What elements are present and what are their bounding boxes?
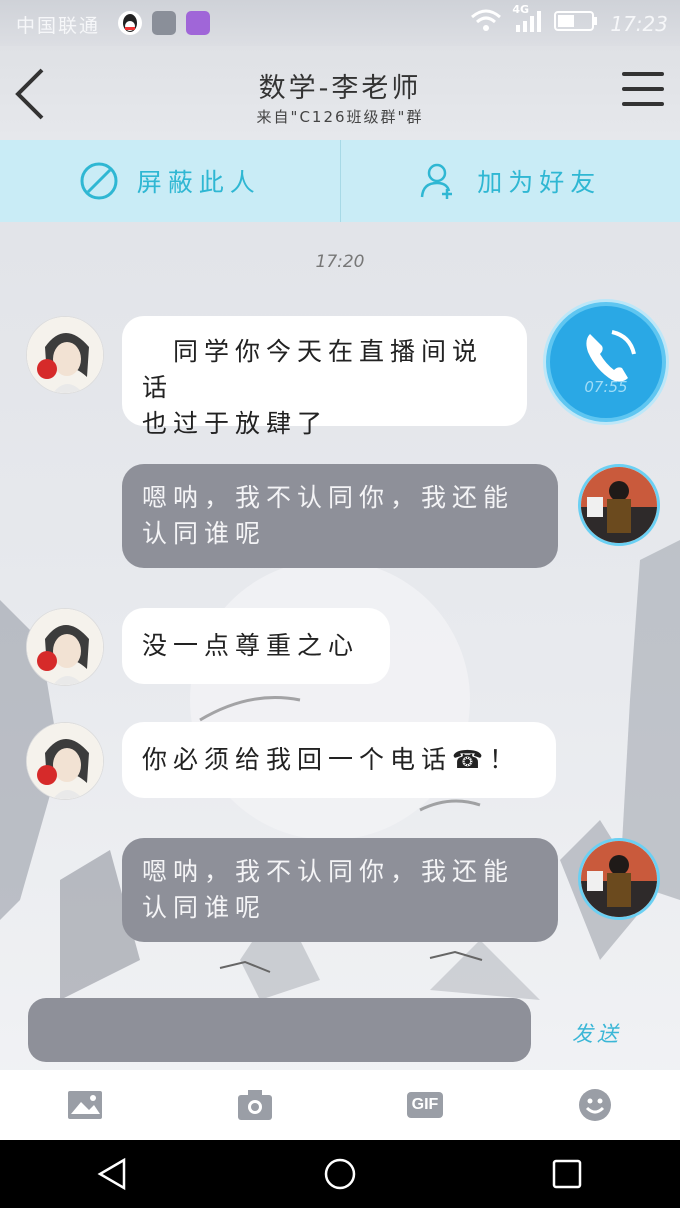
send-button[interactable]: 发送 xyxy=(572,1018,622,1048)
phone-icon xyxy=(586,330,636,382)
app-notification-icon xyxy=(152,11,176,35)
add-friend-label: 加为好友 xyxy=(477,168,602,197)
menu-button[interactable] xyxy=(622,72,664,112)
status-time: 17:23 xyxy=(610,11,668,36)
block-icon xyxy=(80,162,118,200)
camera-button[interactable] xyxy=(170,1070,340,1140)
hamburger-menu-icon xyxy=(622,72,664,76)
message-input[interactable] xyxy=(28,998,531,1062)
battery-icon xyxy=(554,10,598,37)
gif-icon: GIF xyxy=(406,1092,444,1118)
message-bubble[interactable]: 你必须给我回一个电话☎！ xyxy=(122,722,556,798)
nav-back-icon[interactable] xyxy=(96,1157,130,1191)
teacher-avatar[interactable] xyxy=(26,316,104,394)
self-avatar[interactable] xyxy=(578,838,660,920)
teacher-avatar[interactable] xyxy=(26,608,104,686)
qq-notification-icon xyxy=(118,11,142,35)
camera-icon xyxy=(238,1090,272,1120)
emoji-icon xyxy=(579,1089,611,1121)
emoji-button[interactable] xyxy=(510,1070,680,1140)
block-button[interactable]: 屏蔽此人 xyxy=(0,140,340,222)
message-text: 认同谁呢 xyxy=(142,519,267,548)
call-duration: 07:55 xyxy=(584,378,628,396)
stranger-action-bar: 屏蔽此人 加为好友 xyxy=(0,140,680,222)
carrier-name: 中国联通 xyxy=(16,15,101,37)
gallery-notification-icon xyxy=(186,11,210,35)
nav-recents-icon[interactable] xyxy=(550,1157,584,1191)
image-button[interactable] xyxy=(0,1070,170,1140)
message-text: 嗯呐，我不认同你，我还能 xyxy=(142,857,515,886)
message-bubble[interactable]: 嗯呐，我不认同你，我还能 认同谁呢 xyxy=(122,464,558,568)
signal-icon: 4G xyxy=(512,3,542,38)
add-friend-button[interactable]: 加为好友 xyxy=(339,140,680,222)
teacher-avatar[interactable] xyxy=(26,722,104,800)
chat-header: 数学-李老师 来自"C126班级群"群 xyxy=(0,46,680,140)
self-avatar[interactable] xyxy=(578,464,660,546)
wifi-icon xyxy=(470,9,502,38)
status-bar: 中国联通 4G 17:23 xyxy=(0,0,680,46)
call-button[interactable]: 07:55 xyxy=(546,302,666,422)
block-label: 屏蔽此人 xyxy=(136,168,261,197)
system-nav-bar xyxy=(0,1140,680,1208)
message-text: 同学你今天在直播间说话 xyxy=(142,337,484,402)
message-text: 嗯呐，我不认同你，我还能 xyxy=(142,483,515,512)
chat-subtitle: 来自"C126班级群"群 xyxy=(256,108,424,126)
message-text: 也过于放肆了 xyxy=(142,409,329,438)
message-text: 你必须给我回一个电话☎！ xyxy=(142,745,521,774)
message-text: 没一点尊重之心 xyxy=(142,631,360,660)
message-bubble[interactable]: 没一点尊重之心 xyxy=(122,608,390,684)
message-bubble[interactable]: 嗯呐，我不认同你，我还能 认同谁呢 xyxy=(122,838,558,942)
image-icon xyxy=(68,1091,102,1119)
message-timestamp: 17:20 xyxy=(315,252,365,272)
gif-button[interactable]: GIF xyxy=(340,1070,510,1140)
message-bubble[interactable]: 同学你今天在直播间说话 也过于放肆了 xyxy=(122,316,527,438)
input-toolbar: GIF xyxy=(0,1070,680,1140)
network-type: 4G xyxy=(512,3,530,16)
nav-home-icon[interactable] xyxy=(323,1157,357,1191)
message-text: 认同谁呢 xyxy=(142,893,267,922)
add-user-icon xyxy=(420,163,453,199)
chat-title: 数学-李老师 xyxy=(258,73,422,104)
